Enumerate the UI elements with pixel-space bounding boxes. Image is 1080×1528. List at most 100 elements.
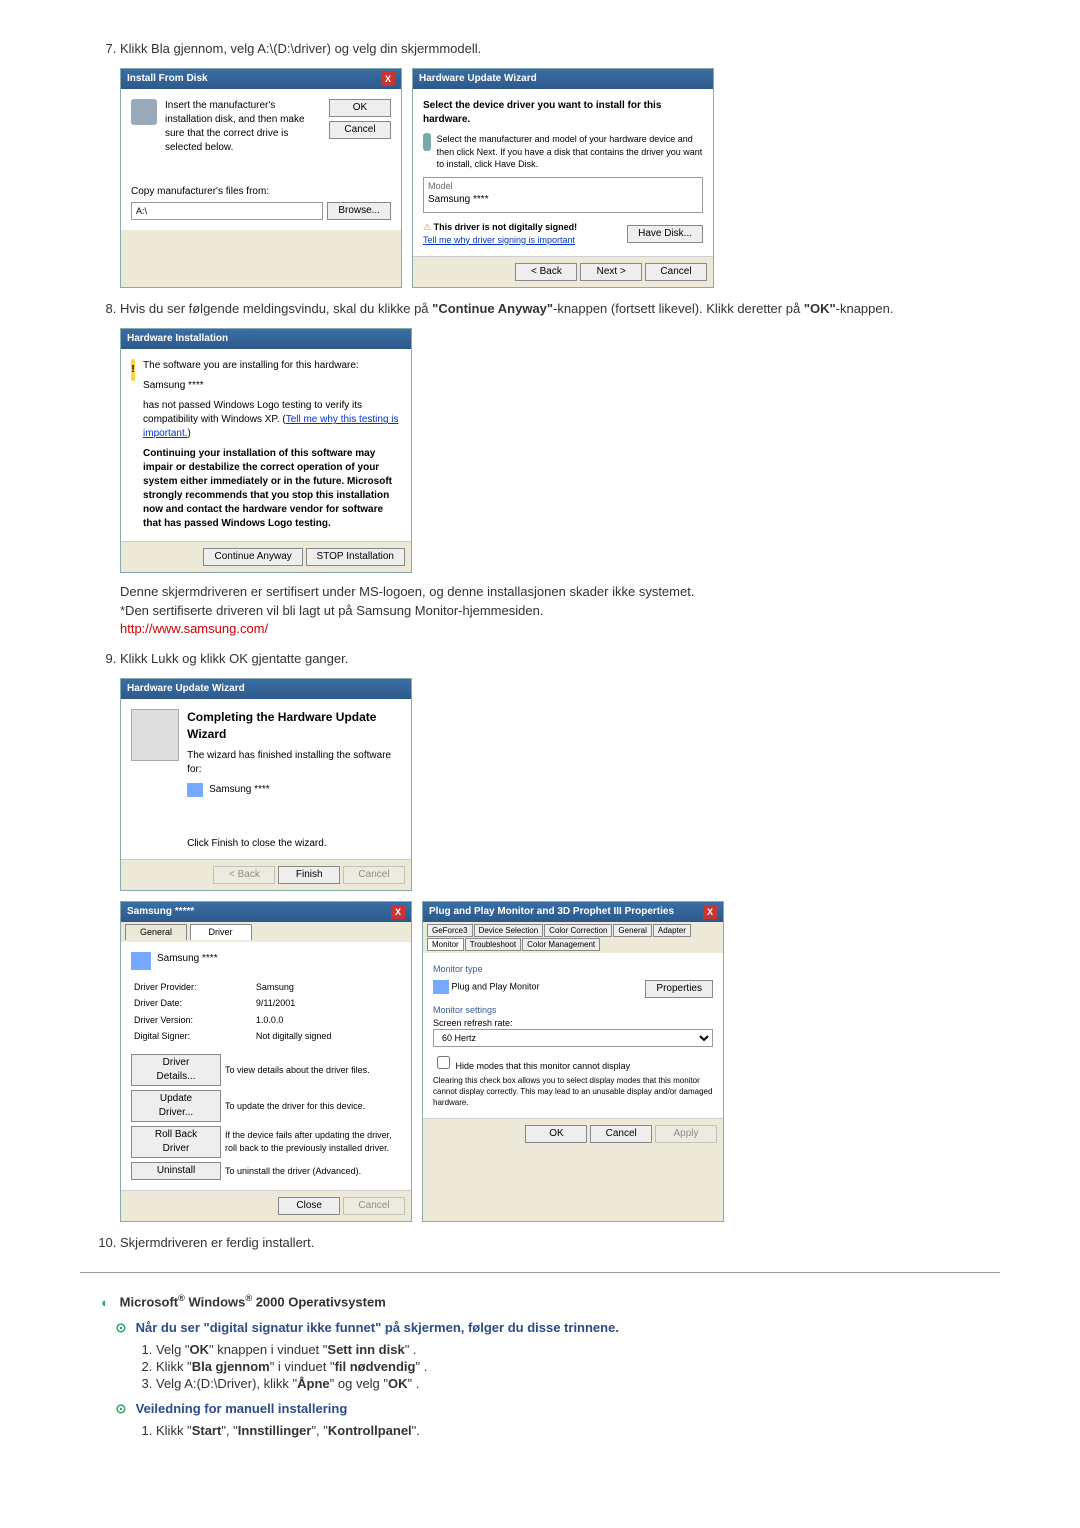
hw-line1: The software you are installing for this… xyxy=(143,359,401,373)
completing-wizard-dialog: Hardware Update Wizard Completing the Ha… xyxy=(120,678,412,891)
cancel-button[interactable]: Cancel xyxy=(590,1125,652,1143)
sig-heading: Når du ser "digital signatur ikke funnet… xyxy=(136,1320,619,1335)
completing-name: Samsung **** xyxy=(209,783,270,797)
hide-modes-desc: Clearing this check box allows you to se… xyxy=(433,1075,713,1109)
hw-update-wizard-dialog: Hardware Update Wizard Select the device… xyxy=(412,68,714,288)
browse-button[interactable]: Browse... xyxy=(327,202,391,220)
dialog-title: Plug and Play Monitor and 3D Prophet III… xyxy=(429,905,674,919)
tell-me-link[interactable]: Tell me why driver signing is important xyxy=(423,235,575,245)
bullet-icon: ◐ xyxy=(94,1295,116,1310)
tab-item[interactable]: Device Selection xyxy=(474,924,544,937)
section-divider xyxy=(80,1272,1000,1273)
tab-item[interactable]: Monitor xyxy=(427,938,464,951)
back-button: < Back xyxy=(213,866,275,884)
sig-step-2: Klikk "Bla gjennom" i vinduet "fil nødve… xyxy=(156,1359,1000,1374)
manual-step-1: Klikk "Start", "Innstillinger", "Kontrol… xyxy=(156,1423,1000,1438)
monitor-icon xyxy=(433,980,449,994)
tab-general[interactable]: General xyxy=(125,924,187,940)
sig-step-1: Velg "OK" knappen i vinduet "Sett inn di… xyxy=(156,1342,1000,1357)
step-7: Klikk Bla gjennom, velg A:\(D:\driver) o… xyxy=(120,40,1000,288)
warning-icon: ⚠ xyxy=(423,222,431,232)
samsung-link[interactable]: http://www.samsung.com/ xyxy=(120,621,268,636)
properties-button[interactable]: Properties xyxy=(645,980,713,998)
click-finish: Click Finish to close the wizard. xyxy=(187,837,401,851)
finish-button[interactable]: Finish xyxy=(278,866,340,884)
hw-installation-dialog: Hardware Installation ! The software you… xyxy=(120,328,412,573)
select-driver-heading: Select the device driver you want to ins… xyxy=(423,100,661,125)
ok-button[interactable]: OK xyxy=(329,99,391,117)
tab-item[interactable]: Adapter xyxy=(653,924,691,937)
not-signed-text: This driver is not digitally signed! xyxy=(434,222,578,232)
info-icon xyxy=(423,133,431,151)
next-button[interactable]: Next > xyxy=(580,263,642,281)
monitor-properties-dialog: Plug and Play Monitor and 3D Prophet III… xyxy=(422,901,724,1222)
warning-icon: ! xyxy=(131,359,135,381)
hide-modes-label: Hide modes that this monitor cannot disp… xyxy=(456,1061,631,1071)
completing-heading: Completing the Hardware Update Wizard xyxy=(187,710,376,741)
tab-item[interactable]: GeForce3 xyxy=(427,924,473,937)
tab-driver[interactable]: Driver xyxy=(190,924,252,940)
ok-button[interactable]: OK xyxy=(525,1125,587,1143)
monitor-type-label: Monitor type xyxy=(433,963,713,976)
step-10-text: Skjermdriveren er ferdig installert. xyxy=(120,1235,314,1250)
cancel-button: Cancel xyxy=(343,866,405,884)
tab-item[interactable]: Troubleshoot xyxy=(465,938,521,951)
dialog-title: Hardware Update Wizard xyxy=(127,682,245,696)
bullet-icon: ⊙ xyxy=(110,1401,132,1417)
hw-name: Samsung **** xyxy=(143,379,401,393)
manu-instruction: Select the manufacturer and model of you… xyxy=(437,133,703,171)
hw-warning: Continuing your installation of this sof… xyxy=(143,447,401,531)
driver-details-button[interactable]: Driver Details... xyxy=(131,1054,221,1086)
dialog-title: Samsung ***** xyxy=(127,905,194,919)
close-icon[interactable]: X xyxy=(391,905,405,919)
have-disk-button[interactable]: Have Disk... xyxy=(627,225,703,243)
hide-modes-checkbox[interactable] xyxy=(437,1056,450,1069)
ms2000-heading: ◐ Microsoft® Windows® 2000 Operativsyste… xyxy=(80,1293,1000,1309)
wizard-graphic-icon xyxy=(131,709,179,761)
uninstall-button[interactable]: Uninstall xyxy=(131,1162,221,1180)
install-from-disk-dialog: Install From Disk X Insert the manufactu… xyxy=(120,68,402,288)
back-button[interactable]: < Back xyxy=(515,263,577,281)
step-8: Hvis du ser følgende meldingsvindu, skal… xyxy=(120,300,1000,638)
monitor-icon xyxy=(187,783,203,797)
step-8-note1: Denne skjermdriveren er sertifisert unde… xyxy=(120,583,1000,601)
props-name: Samsung **** xyxy=(157,952,218,970)
stop-installation-button[interactable]: STOP Installation xyxy=(306,548,405,566)
cancel-button[interactable]: Cancel xyxy=(329,121,391,139)
finished-for: The wizard has finished installing the s… xyxy=(187,749,401,777)
dialog-title: Hardware Installation xyxy=(127,332,228,346)
refresh-label: Screen refresh rate: xyxy=(433,1017,713,1030)
path-input[interactable] xyxy=(131,202,323,220)
cancel-button[interactable]: Cancel xyxy=(645,263,707,281)
tab-item[interactable]: Color Management xyxy=(522,938,600,951)
cancel-button: Cancel xyxy=(343,1197,405,1215)
rollback-driver-button[interactable]: Roll Back Driver xyxy=(131,1126,221,1158)
tab-item[interactable]: Color Correction xyxy=(544,924,612,937)
continue-anyway-button[interactable]: Continue Anyway xyxy=(203,548,302,566)
monitor-settings-label: Monitor settings xyxy=(433,1004,713,1017)
step-9: Klikk Lukk og klikk OK gjentatte ganger.… xyxy=(120,650,1000,1222)
apply-button: Apply xyxy=(655,1125,717,1143)
pnp-monitor: Plug and Play Monitor xyxy=(452,981,540,991)
close-icon[interactable]: X xyxy=(381,72,395,86)
close-icon[interactable]: X xyxy=(703,905,717,919)
digital-signature-section: ⊙ Når du ser "digital signatur ikke funn… xyxy=(110,1320,1000,1391)
model-value: Samsung **** xyxy=(428,193,698,207)
monitor-icon xyxy=(131,952,151,970)
refresh-select[interactable]: 60 Hertz xyxy=(433,1029,713,1047)
copy-from-label: Copy manufacturer's files from: xyxy=(131,185,391,199)
driver-properties-dialog: Samsung ***** X General Driver Samsung *… xyxy=(120,901,412,1222)
manual-install-section: ⊙ Veiledning for manuell installering Kl… xyxy=(110,1401,1000,1438)
dialog-title: Install From Disk xyxy=(127,72,208,86)
close-button[interactable]: Close xyxy=(278,1197,340,1215)
model-label: Model xyxy=(428,180,698,193)
step-8-note2: *Den sertifiserte driveren vil bli lagt … xyxy=(120,602,1000,620)
update-driver-button[interactable]: Update Driver... xyxy=(131,1090,221,1122)
step-7-text: Klikk Bla gjennom, velg A:\(D:\driver) o… xyxy=(120,41,481,56)
bullet-icon: ⊙ xyxy=(110,1320,132,1336)
manual-heading: Veiledning for manuell installering xyxy=(136,1401,348,1416)
install-instruction: Insert the manufacturer's installation d… xyxy=(165,99,321,155)
tab-item[interactable]: General xyxy=(613,924,651,937)
floppy-icon xyxy=(131,99,157,125)
step-9-text: Klikk Lukk og klikk OK gjentatte ganger. xyxy=(120,651,348,666)
